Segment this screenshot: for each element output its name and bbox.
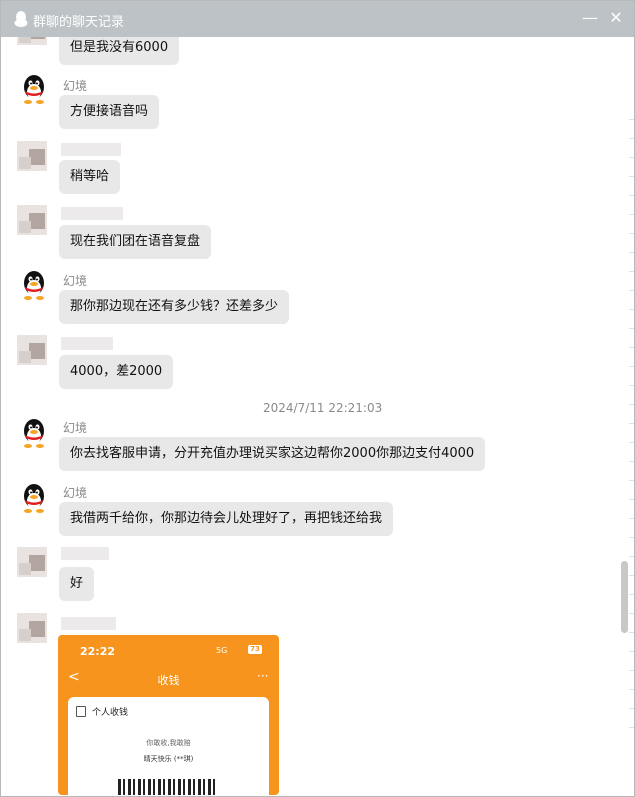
qq-penguin-avatar-icon [24,419,44,448]
message-bubble: 方便接语音吗 [59,95,160,129]
sender-name [61,337,113,350]
image-message-payment-screenshot[interactable]: 22:22 5G 73 < 收钱 ··· 个人收钱 你敢收,我敢赔 晴天快乐 (… [58,635,279,795]
qq-penguin-avatar-icon [24,484,44,513]
payment-card: 个人收钱 你敢收,我敢赔 晴天快乐 (**琪) [68,697,269,795]
sender-name [61,143,121,156]
avatar [17,37,47,45]
window-title: 群聊的聊天记录 [33,15,125,30]
sender-name [61,547,109,560]
sender-name [61,617,116,630]
sender-name: 幻境 [63,421,88,435]
qr-code-icon [118,779,218,795]
avatar [17,205,47,235]
sender-name: 幻境 [63,486,88,500]
sender-name: 幻境 [63,274,88,288]
message-timestamp: 2024/7/11 22:21:03 [263,401,383,415]
qq-penguin-icon [14,11,28,27]
receipt-icon [76,706,86,717]
message-bubble: 现在我们团在语音复盘 [59,225,212,259]
more-icon: ··· [257,669,269,683]
message-bubble: 好 [59,567,95,601]
vertical-scrollbar[interactable] [621,561,628,633]
message-bubble: 4000，差2000 [59,355,174,389]
message-bubble: 那你那边现在还有多少钱？还差多少 [59,290,290,324]
sender-name [61,207,123,220]
message-bubble: 稍等哈 [59,160,121,194]
phone-page-title: 收钱 [157,674,180,687]
close-button[interactable]: ✕ [605,7,627,29]
sender-name: 幻境 [63,79,88,93]
chat-history-window: 群聊的聊天记录 — ✕ 但是我没有6000 幻境 方便接语音吗 稍等哈 现在我们… [0,0,635,797]
message-bubble: 我借两千给你，你那边待会儿处理好了，再把钱还给我 [59,502,394,536]
card-label: 个人收钱 [92,708,129,718]
qq-penguin-avatar-icon [24,271,44,300]
message-bubble: 但是我没有6000 [59,37,180,65]
phone-signal: 5G [216,646,228,655]
phone-battery: 73 [248,645,262,654]
payee-name: 晴天快乐 (**琪) [143,755,194,763]
title-bar: 群聊的聊天记录 — ✕ [1,1,634,37]
avatar [17,335,47,365]
qq-penguin-avatar-icon [24,75,44,104]
background-divider [629,101,634,741]
avatar [17,547,47,577]
message-bubble: 你去找客服申请，分开充值办理说买家这边帮你2000你那边支付4000 [59,437,486,471]
guarantee-notice: 你敢收,我敢赔 [146,739,191,747]
avatar [17,141,47,171]
minimize-button[interactable]: — [579,7,601,29]
phone-time: 22:22 [80,645,116,658]
avatar [17,613,47,643]
